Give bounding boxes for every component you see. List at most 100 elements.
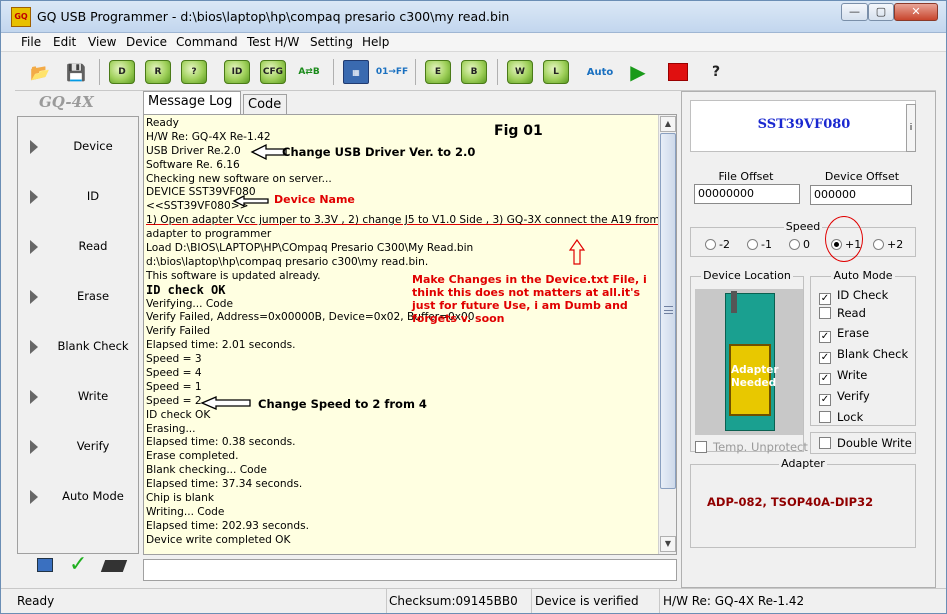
window-title: GQ USB Programmer - d:\bios\laptop\hp\co… [37, 9, 510, 24]
lock-icon: L [543, 60, 569, 84]
checkbox-icon [819, 411, 831, 423]
erase-button[interactable]: E [421, 56, 455, 88]
stop-button[interactable] [661, 56, 695, 88]
log-scrollbar[interactable]: ▲ ▼ [658, 115, 676, 554]
id-icon: ID [224, 60, 250, 84]
sidebar-label: Erase [76, 289, 110, 303]
gq-4x-logo: GQ-4X [39, 93, 94, 111]
write-button[interactable]: W [503, 56, 537, 88]
close-button[interactable]: ✕ [894, 3, 938, 21]
auto-button[interactable]: Auto [583, 56, 617, 88]
speed-radio-0[interactable]: 0 [789, 238, 810, 251]
message-log[interactable]: Ready H/W Re: GQ-4X Re-1.42 USB Driver R… [143, 114, 677, 555]
log-line: Load D:\BIOS\LAPTOP\HP\COmpaq Presario C… [146, 242, 474, 255]
menu-bar: File Edit View Device Command Test H/W S… [1, 33, 946, 52]
auto-blank-check-checkbox[interactable]: ✓ Blank Check [819, 347, 908, 364]
sidebar-read-button[interactable]: Read [18, 222, 138, 272]
verify-button[interactable]: ? [177, 56, 211, 88]
checkbox-checked-icon: ✓ [819, 293, 831, 305]
device-offset-label: Device Offset [824, 170, 900, 183]
id-button[interactable]: ID [220, 56, 254, 88]
log-line: DEVICE SST39VF080 [146, 186, 256, 199]
calculator-button[interactable]: ▦ [339, 56, 373, 88]
menu-setting[interactable]: Setting [310, 35, 353, 49]
checkbox-checked-icon: ✓ [819, 394, 831, 406]
open-button[interactable]: 📂 [23, 56, 57, 88]
read-button[interactable]: R [141, 56, 175, 88]
file-offset-field[interactable]: 00000000 [694, 184, 800, 204]
log-line: Verify Failed [146, 325, 211, 338]
sidebar-erase-button[interactable]: Erase [18, 272, 138, 322]
log-line: Speed = 1 [146, 380, 202, 393]
arrow-right-icon [30, 190, 38, 204]
auto-erase-checkbox[interactable]: ✓ Erase [819, 326, 869, 343]
sidebar-label: Device [73, 139, 113, 153]
menu-edit[interactable]: Edit [53, 35, 76, 49]
fill-button[interactable]: 01→FF [375, 56, 409, 88]
speed-radio-minus2[interactable]: -2 [705, 238, 730, 251]
scroll-thumb[interactable] [660, 133, 676, 489]
menu-file[interactable]: File [21, 35, 41, 49]
minimize-button[interactable]: — [841, 3, 868, 21]
device-offset-field[interactable]: 000000 [810, 185, 912, 205]
speed-radio-minus1[interactable]: -1 [747, 238, 772, 251]
auto-icon: Auto [586, 66, 614, 78]
checkbox-icon [819, 307, 831, 319]
status-hw-version: H/W Re: GQ-4X Re-1.42 [659, 589, 859, 613]
double-write-checkbox[interactable]: Double Write [819, 436, 912, 450]
sidebar-id-button[interactable]: ID [18, 172, 138, 222]
cfg-button[interactable]: CFG [256, 56, 290, 88]
log-line: adapter to programmer [146, 228, 272, 241]
auto-write-checkbox[interactable]: ✓ Write [819, 368, 867, 385]
temp-unprotect-checkbox[interactable]: Temp. Unprotect [695, 440, 808, 454]
command-input[interactable] [143, 559, 677, 581]
scroll-up-icon[interactable]: ▲ [660, 116, 676, 132]
help-button[interactable]: ? [699, 56, 733, 88]
status-bar: Ready Checksum:09145BB0 Device is verifi… [1, 588, 946, 613]
auto-read-checkbox[interactable]: Read [819, 306, 866, 320]
menu-view[interactable]: View [88, 35, 116, 49]
auto-lock-checkbox[interactable]: Lock [819, 410, 863, 424]
speed-label: Speed [783, 220, 823, 233]
speed-group: Speed -2 -1 0 +1 +2 [690, 220, 916, 257]
radio-icon [873, 239, 884, 250]
sidebar-verify-button[interactable]: Verify [18, 422, 138, 472]
tab-message-log[interactable]: Message Log [143, 91, 241, 114]
speed-radio-plus2[interactable]: +2 [873, 238, 903, 251]
radio-icon [705, 239, 716, 250]
adapter-value: ADP-082, TSOP40A-DIP32 [707, 495, 874, 509]
sidebar-device-button[interactable]: Device [18, 122, 138, 172]
erase-icon: E [425, 60, 451, 84]
device-panel: SST39VF080 i File Offset 00000000 Device… [681, 91, 936, 588]
scroll-down-icon[interactable]: ▼ [660, 536, 676, 552]
figure-label: Fig 01 [494, 123, 543, 139]
tab-code[interactable]: Code [243, 94, 287, 114]
log-line: Ready [146, 117, 179, 129]
run-button[interactable]: ▶ [621, 56, 655, 88]
device-button[interactable]: D [105, 56, 139, 88]
sidebar-auto-mode-button[interactable]: Auto Mode [18, 472, 138, 522]
checkbox-checked-icon: ✓ [819, 373, 831, 385]
compare-button[interactable]: A⇄B [292, 56, 326, 88]
menu-test-hw[interactable]: Test H/W [247, 35, 299, 49]
chip-info-button[interactable]: i [906, 104, 916, 152]
blank-check-button[interactable]: B [457, 56, 491, 88]
sidebar-blank-check-button[interactable]: Blank Check [18, 322, 138, 372]
open-icon: 📂 [30, 62, 50, 82]
maximize-button[interactable]: ▢ [868, 3, 894, 21]
auto-id-check-checkbox[interactable]: ✓ ID Check [819, 288, 888, 305]
annotation-driver: Change USB Driver Ver. to 2.0 [282, 145, 476, 159]
save-button[interactable]: 💾 [59, 56, 93, 88]
arrow-right-icon [30, 340, 38, 354]
sidebar-write-button[interactable]: Write [18, 372, 138, 422]
double-write-group: Double Write [810, 432, 916, 454]
sidebar-label: Write [77, 389, 109, 403]
blank-check-icon: B [461, 60, 487, 84]
menu-device[interactable]: Device [126, 35, 167, 49]
auto-verify-checkbox[interactable]: ✓ Verify [819, 389, 870, 406]
menu-help[interactable]: Help [362, 35, 389, 49]
run-icon: ▶ [630, 60, 646, 84]
lock-button[interactable]: L [539, 56, 573, 88]
log-line: Elapsed time: 202.93 seconds. [146, 519, 309, 532]
menu-command[interactable]: Command [176, 35, 238, 49]
